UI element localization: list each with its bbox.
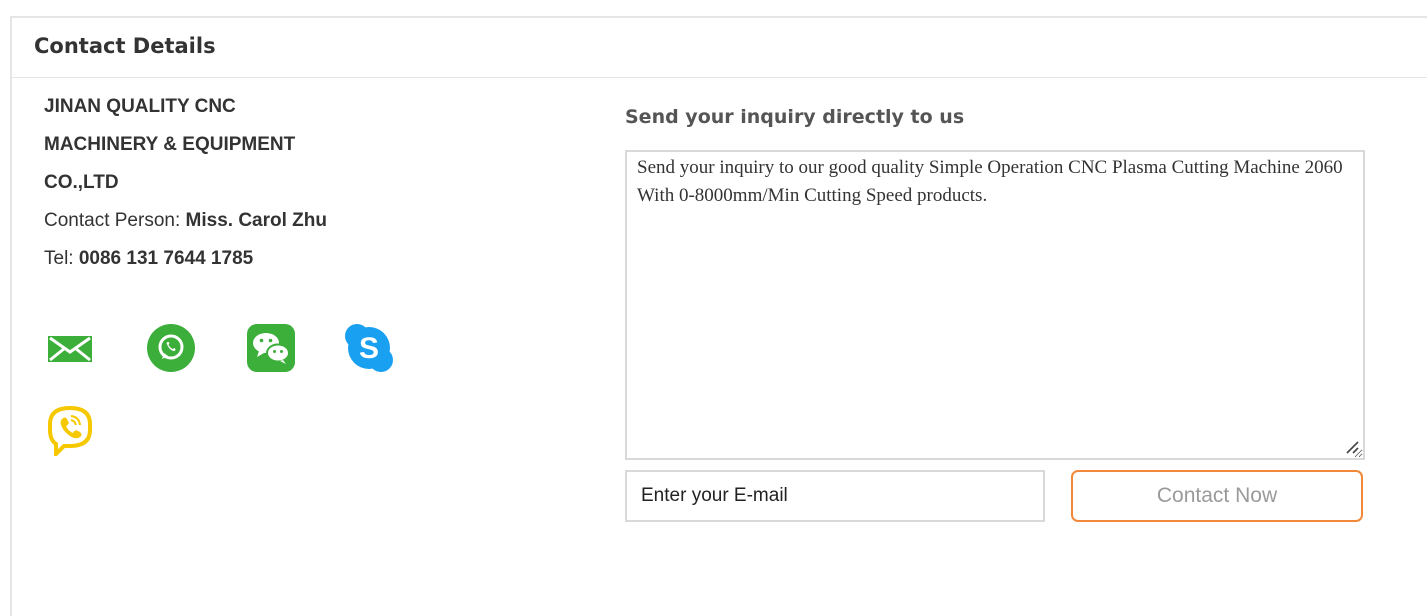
skype-icon[interactable]: S bbox=[343, 322, 395, 374]
company-name-line-3: CO.,LTD bbox=[44, 172, 119, 193]
message-textarea[interactable]: Send your inquiry to our good quality Si… bbox=[625, 150, 1365, 460]
panel-title: Contact Details bbox=[34, 34, 216, 58]
company-name-line-2: MACHINERY & EQUIPMENT bbox=[44, 134, 296, 155]
wechat-icon[interactable] bbox=[245, 322, 297, 374]
contact-person-label: Contact Person: bbox=[44, 210, 186, 231]
panel-header: Contact Details bbox=[12, 18, 1427, 78]
whatsapp-icon[interactable] bbox=[145, 322, 197, 374]
resize-grip-icon[interactable] bbox=[1343, 438, 1359, 454]
tel-label: Tel: bbox=[44, 248, 79, 269]
svg-text:S: S bbox=[359, 332, 379, 365]
email-icon[interactable] bbox=[44, 322, 96, 374]
company-name: JINAN QUALITY CNC MACHINERY & EQUIPMENT … bbox=[44, 88, 424, 202]
viber-icon[interactable] bbox=[44, 404, 96, 456]
telephone: Tel: 0086 131 7644 1785 bbox=[44, 240, 424, 278]
inquiry-form-title: Send your inquiry directly to us bbox=[625, 106, 965, 128]
company-name-line-1: JINAN QUALITY CNC bbox=[44, 96, 236, 117]
message-text[interactable]: Send your inquiry to our good quality Si… bbox=[637, 157, 1343, 206]
contact-now-button[interactable]: Contact Now bbox=[1071, 470, 1363, 522]
contact-person-name: Miss. Carol Zhu bbox=[185, 210, 327, 231]
email-input[interactable] bbox=[625, 470, 1045, 522]
contact-person: Contact Person: Miss. Carol Zhu bbox=[44, 202, 424, 240]
tel-value: 0086 131 7644 1785 bbox=[78, 248, 254, 269]
company-info: JINAN QUALITY CNC MACHINERY & EQUIPMENT … bbox=[44, 88, 424, 278]
